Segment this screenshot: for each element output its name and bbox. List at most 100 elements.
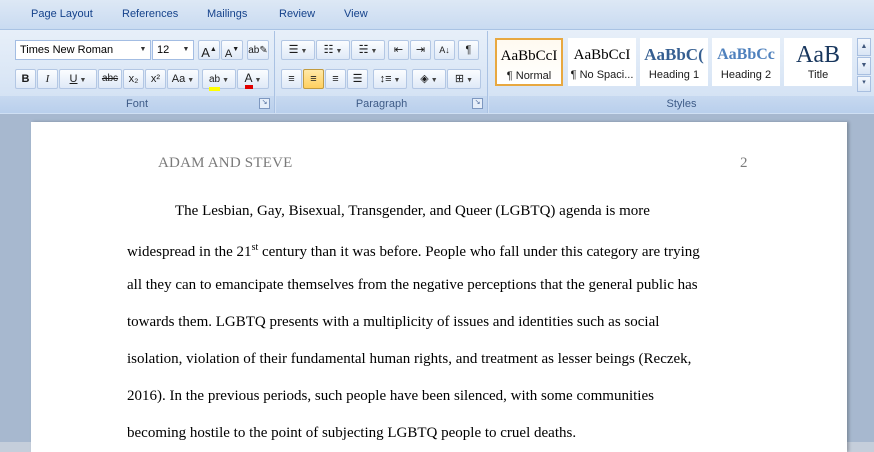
font-family-combobox[interactable]: Times New Roman ▼ (15, 40, 151, 60)
increase-indent-button[interactable]: ⇥ (410, 40, 431, 60)
chevron-down-icon[interactable]: ▼ (370, 48, 377, 55)
tab-references[interactable]: References (122, 8, 178, 20)
chevron-down-icon[interactable]: ▼ (255, 77, 262, 84)
align-center-button[interactable]: ≡ (303, 69, 324, 89)
change-case-icon: Aa (171, 73, 186, 85)
chevron-down-icon[interactable]: ▼ (300, 48, 307, 55)
style-preview: AaBbCc (717, 46, 775, 63)
align-left-button[interactable]: ≡ (281, 69, 302, 89)
italic-button[interactable]: I (37, 69, 58, 89)
style-preview: AaBbCcI (573, 47, 631, 63)
ribbon-tab-strip: Page Layout References Mailings Review V… (0, 0, 874, 29)
show-formatting-button[interactable]: ¶ (458, 40, 479, 60)
style-preview: AaBbCcI (500, 48, 558, 64)
bold-button[interactable]: B (15, 69, 36, 89)
font-group: Times New Roman ▼ 12 ▼ A▲ A▼ ab✎ B I U ▼ … (0, 31, 275, 113)
highlight-color-bar (208, 87, 221, 91)
style-title[interactable]: AaB Title (784, 38, 852, 86)
text-line: towards them. LGBTQ presents with a mult… (127, 314, 660, 330)
gallery-scroll-down-icon[interactable]: ▼ (857, 57, 871, 75)
tab-mailings[interactable]: Mailings (207, 8, 247, 20)
chevron-down-icon[interactable]: ▼ (187, 77, 194, 84)
underline-icon: U (69, 73, 78, 85)
highlight-button[interactable]: ab ▼ (202, 69, 236, 91)
shrink-font-button[interactable]: A▼ (221, 40, 243, 60)
style-name: ¶ Normal (506, 70, 552, 82)
decrease-indent-icon: ⇤ (393, 44, 404, 56)
style-name: Title (807, 69, 829, 81)
ribbon: Times New Roman ▼ 12 ▼ A▲ A▼ ab✎ B I U ▼ … (0, 29, 874, 115)
chevron-down-icon[interactable]: ▼ (136, 41, 150, 59)
borders-icon: ⊞ (454, 73, 465, 85)
style-normal[interactable]: AaBbCcI ¶ Normal (495, 38, 563, 86)
numbering-button[interactable]: ☷ ▼ (316, 40, 350, 60)
style-no-spacing[interactable]: AaBbCcI ¶ No Spaci... (568, 38, 636, 86)
multilevel-list-button[interactable]: ☵ ▼ (351, 40, 385, 60)
chevron-down-icon[interactable]: ▼ (179, 41, 193, 59)
ordinal-superscript: st (251, 242, 259, 253)
line-spacing-button[interactable]: ↕≡ ▼ (373, 69, 407, 89)
text-line: all they can to emancipate themselves fr… (127, 277, 698, 293)
style-heading-2[interactable]: AaBbCc Heading 2 (712, 38, 780, 86)
font-color-icon: A (244, 71, 253, 89)
align-center-icon: ≡ (310, 73, 317, 85)
increase-indent-icon: ⇥ (415, 44, 426, 56)
superscript-button[interactable]: x² (145, 69, 166, 89)
chevron-down-icon[interactable]: ▼ (80, 77, 87, 84)
style-heading-1[interactable]: AaBbC( Heading 1 (640, 38, 708, 86)
font-color-button[interactable]: A ▼ (237, 69, 269, 89)
font-dialog-launcher-icon[interactable]: ↘ (259, 98, 270, 109)
grow-font-button[interactable]: A▲ (198, 40, 220, 60)
style-preview: AaB (796, 42, 840, 68)
decrease-indent-button[interactable]: ⇤ (388, 40, 409, 60)
borders-button[interactable]: ⊞ ▼ (447, 69, 481, 89)
chevron-down-icon[interactable]: ▼ (335, 48, 342, 55)
text-line: isolation, violation of their fundamenta… (127, 351, 692, 367)
text-fragment: widespread in the 21 (127, 244, 252, 260)
change-case-button[interactable]: Aa ▼ (167, 69, 199, 89)
font-size-combobox[interactable]: 12 ▼ (152, 40, 194, 60)
style-name: ¶ No Spaci... (570, 69, 634, 81)
justify-icon: ☰ (352, 73, 363, 85)
gallery-more-icon[interactable]: ▾ (857, 76, 871, 92)
bullet-list-icon: ☰ (288, 44, 299, 56)
text-fragment: century than it was before. People who f… (261, 244, 700, 260)
gallery-scroll-up-icon[interactable]: ▲ (857, 38, 871, 56)
text-line: becoming hostile to the point of subject… (127, 425, 577, 441)
document-page[interactable]: ADAM AND STEVE 2 The Lesbian, Gay, Bisex… (31, 122, 847, 452)
font-size-value: 12 (157, 44, 170, 56)
paragraph-group: ☰ ▼ ☷ ▼ ☵ ▼ ⇤ ⇥ A↓ ¶ ≡ ≡ ≡ ☰ ↕≡ ▼ ◈ ▼ ⊞ ▼ Para… (276, 31, 488, 113)
strikethrough-button[interactable]: abc (98, 69, 122, 89)
align-right-button[interactable]: ≡ (325, 69, 346, 89)
font-family-value: Times New Roman (20, 44, 114, 56)
text-line: widespread in the 21st century than it w… (127, 230, 700, 271)
font-color-bar (244, 85, 253, 89)
paragraph-dialog-launcher-icon[interactable]: ↘ (472, 98, 483, 109)
sort-button[interactable]: A↓ (434, 40, 455, 60)
align-left-icon: ≡ (288, 73, 295, 85)
styles-group: AaBbCcI ¶ Normal AaBbCcI ¶ No Spaci... A… (489, 31, 874, 113)
sort-icon: A↓ (439, 45, 450, 55)
chevron-down-icon[interactable]: ▼ (431, 77, 438, 84)
align-right-icon: ≡ (332, 73, 339, 85)
tab-page-layout[interactable]: Page Layout (31, 8, 93, 20)
style-preview: AaBbC( (644, 45, 704, 64)
styles-group-label: Styles (489, 96, 874, 113)
subscript-button[interactable]: x₂ (123, 69, 144, 89)
tab-review[interactable]: Review (279, 8, 315, 20)
shading-button[interactable]: ◈ ▼ (412, 69, 446, 89)
chevron-down-icon[interactable]: ▼ (393, 77, 400, 84)
line-spacing-icon: ↕≡ (379, 73, 392, 85)
style-name: Heading 1 (648, 69, 700, 81)
highlighter-icon: ab (208, 74, 221, 91)
font-color-icon-label: A (244, 71, 253, 85)
paragraph-group-label: Paragraph (276, 96, 487, 113)
multilevel-list-icon: ☵ (358, 44, 369, 56)
clear-formatting-button[interactable]: ab✎ (247, 40, 269, 60)
chevron-down-icon[interactable]: ▼ (466, 77, 473, 84)
bullets-button[interactable]: ☰ ▼ (281, 40, 315, 60)
chevron-down-icon[interactable]: ▼ (222, 77, 229, 84)
tab-view[interactable]: View (344, 8, 368, 20)
underline-button[interactable]: U ▼ (59, 69, 97, 89)
justify-button[interactable]: ☰ (347, 69, 368, 89)
